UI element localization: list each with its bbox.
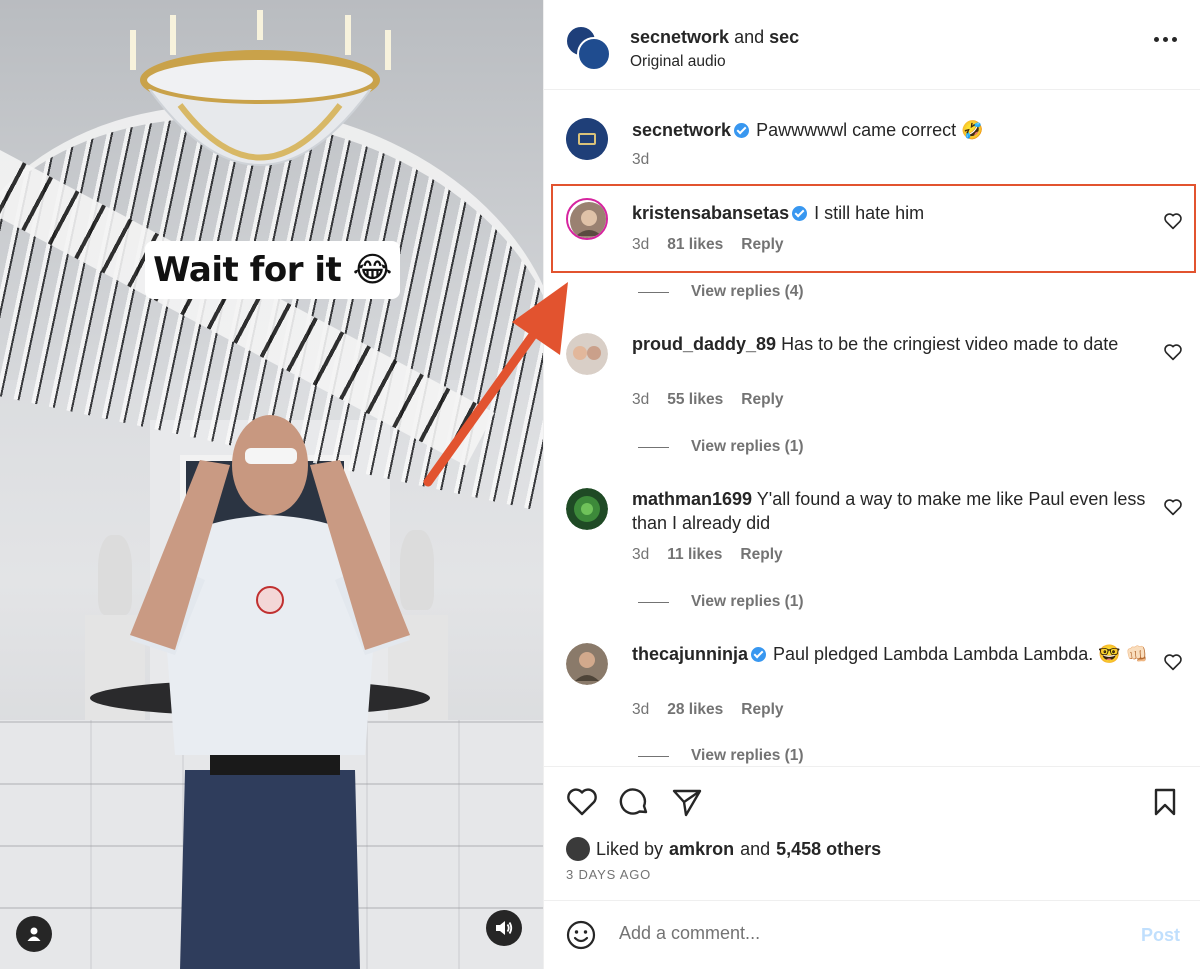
author-link-primary[interactable]: secnetwork xyxy=(630,27,729,47)
comment-time[interactable]: 3d xyxy=(632,701,649,719)
audio-link[interactable]: Original audio xyxy=(630,53,726,71)
post-panel: secnetwork and sec Original audio secnet… xyxy=(543,0,1200,969)
post-date[interactable]: 3 DAYS AGO xyxy=(566,867,651,882)
avatar[interactable] xyxy=(566,488,608,530)
comment-username[interactable]: kristensabansetas xyxy=(632,203,789,223)
avatar xyxy=(577,37,611,71)
post-header: secnetwork and sec Original audio xyxy=(544,0,1200,90)
speaker-icon xyxy=(496,921,513,935)
comment-input[interactable] xyxy=(619,923,1119,944)
user-icon xyxy=(27,927,41,941)
author-link-secondary[interactable]: sec xyxy=(769,27,799,47)
reply-button[interactable]: Reply xyxy=(741,391,783,409)
avatar xyxy=(566,837,590,861)
post-author: secnetwork and sec xyxy=(630,27,800,47)
comment-text: Has to be the cringiest video made to da… xyxy=(781,334,1119,354)
comment-time[interactable]: 3d xyxy=(632,236,649,254)
send-icon[interactable] xyxy=(670,785,704,819)
mute-button[interactable] xyxy=(486,910,522,946)
caption-text: Wait for it xyxy=(153,250,342,290)
comment-likes[interactable]: 11 likes xyxy=(667,546,722,564)
view-replies-button[interactable]: View replies (1) xyxy=(638,593,804,611)
add-comment-bar: Post xyxy=(544,900,1200,969)
post-actions: Liked by amkron and 5,458 others 3 DAYS … xyxy=(544,766,1200,916)
smiley-icon[interactable] xyxy=(565,919,597,951)
reply-button[interactable]: Reply xyxy=(741,236,783,254)
comment-text: Paul pledged Lambda Lambda Lambda. 🤓 👊🏻 xyxy=(773,644,1149,664)
comment-time[interactable]: 3d xyxy=(632,546,649,564)
more-horizontal-icon[interactable] xyxy=(1154,37,1177,42)
avatar[interactable] xyxy=(566,198,608,240)
comment-likes[interactable]: 28 likes xyxy=(667,701,723,719)
collab-avatars[interactable] xyxy=(565,25,611,71)
verified-badge-icon xyxy=(734,123,750,138)
heart-icon[interactable] xyxy=(565,785,599,819)
avatar[interactable] xyxy=(566,643,608,685)
heart-icon[interactable] xyxy=(1163,343,1183,361)
comment-text: I still hate him xyxy=(814,203,925,223)
comment-time[interactable]: 3d xyxy=(632,151,649,169)
avatar[interactable] xyxy=(566,118,608,160)
comment-username[interactable]: secnetwork xyxy=(632,120,731,140)
comment-time[interactable]: 3d xyxy=(632,391,649,409)
liked-by-others[interactable]: 5,458 others xyxy=(776,839,881,860)
video-player[interactable]: Wait for it 😂 xyxy=(0,0,543,969)
chandelier xyxy=(130,10,391,166)
reply-button[interactable]: Reply xyxy=(740,546,782,564)
comment-likes[interactable]: 55 likes xyxy=(667,391,723,409)
heart-icon[interactable] xyxy=(1163,212,1183,230)
comment-likes[interactable]: 81 likes xyxy=(667,236,723,254)
person-figure xyxy=(130,415,410,969)
comment-username[interactable]: proud_daddy_89 xyxy=(632,334,776,354)
avatar[interactable] xyxy=(566,333,608,375)
comment-username[interactable]: thecajunninja xyxy=(632,644,748,664)
caption-emoji: 😂 xyxy=(352,250,393,290)
liked-by-user[interactable]: amkron xyxy=(669,839,734,860)
liked-by-summary[interactable]: Liked by amkron and 5,458 others xyxy=(566,837,881,861)
reply-button[interactable]: Reply xyxy=(741,701,783,719)
video-caption-sticker: Wait for it 😂 xyxy=(145,241,400,299)
view-replies-button[interactable]: View replies (1) xyxy=(638,747,804,765)
verified-badge-icon xyxy=(751,647,767,662)
comment-username[interactable]: mathman1699 xyxy=(632,489,752,509)
view-replies-button[interactable]: View replies (4) xyxy=(638,283,804,301)
heart-icon[interactable] xyxy=(1163,653,1183,671)
bookmark-icon[interactable] xyxy=(1148,785,1182,819)
comment-icon[interactable] xyxy=(618,785,652,819)
post-button[interactable]: Post xyxy=(1141,925,1180,946)
comment-text: Pawwwwwl came correct 🤣 xyxy=(756,120,984,140)
tagged-users-button[interactable] xyxy=(16,916,52,952)
verified-badge-icon xyxy=(792,206,808,221)
heart-icon[interactable] xyxy=(1163,498,1183,516)
view-replies-button[interactable]: View replies (1) xyxy=(638,438,804,456)
